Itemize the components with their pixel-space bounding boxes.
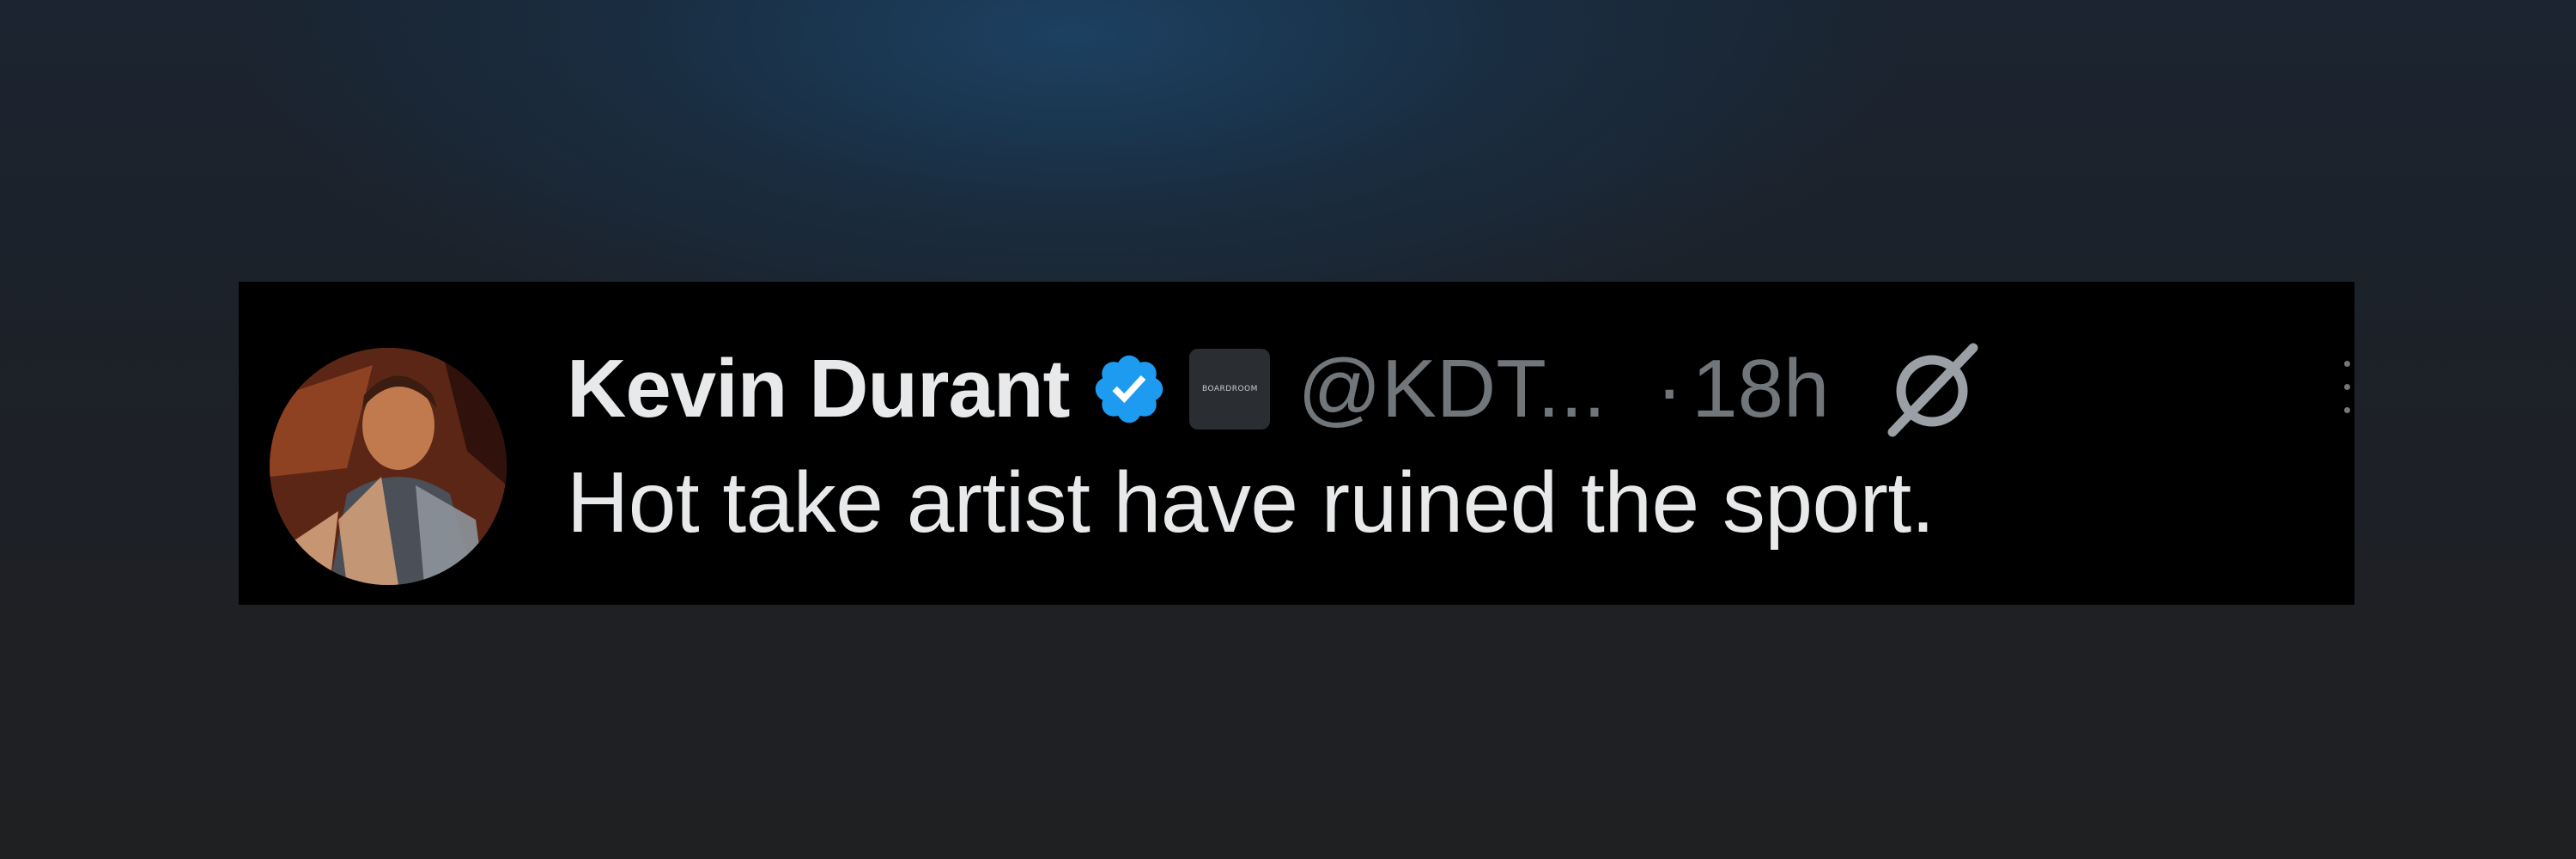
tweet-text: Hot take artist have ruined the sport. <box>567 454 1935 551</box>
affiliate-badge[interactable]: BOARDROOM <box>1189 349 1271 430</box>
tweet-card[interactable]: Kevin Durant BOARDROOM @KDT... · 18h Hot… <box>239 282 2354 605</box>
verified-badge-icon[interactable] <box>1090 350 1169 429</box>
avatar-image <box>270 348 507 585</box>
affiliate-badge-text: BOARDROOM <box>1201 385 1258 393</box>
tweet-header: Kevin Durant BOARDROOM @KDT... · 18h <box>567 333 1984 445</box>
display-name[interactable]: Kevin Durant <box>567 342 1070 436</box>
handle[interactable]: @KDT... <box>1297 342 1606 436</box>
timestamp[interactable]: 18h <box>1692 342 1829 436</box>
grok-icon[interactable] <box>1880 338 1984 441</box>
separator: · <box>1656 343 1684 435</box>
avatar[interactable] <box>270 348 507 585</box>
more-options-icon[interactable] <box>2341 352 2354 438</box>
